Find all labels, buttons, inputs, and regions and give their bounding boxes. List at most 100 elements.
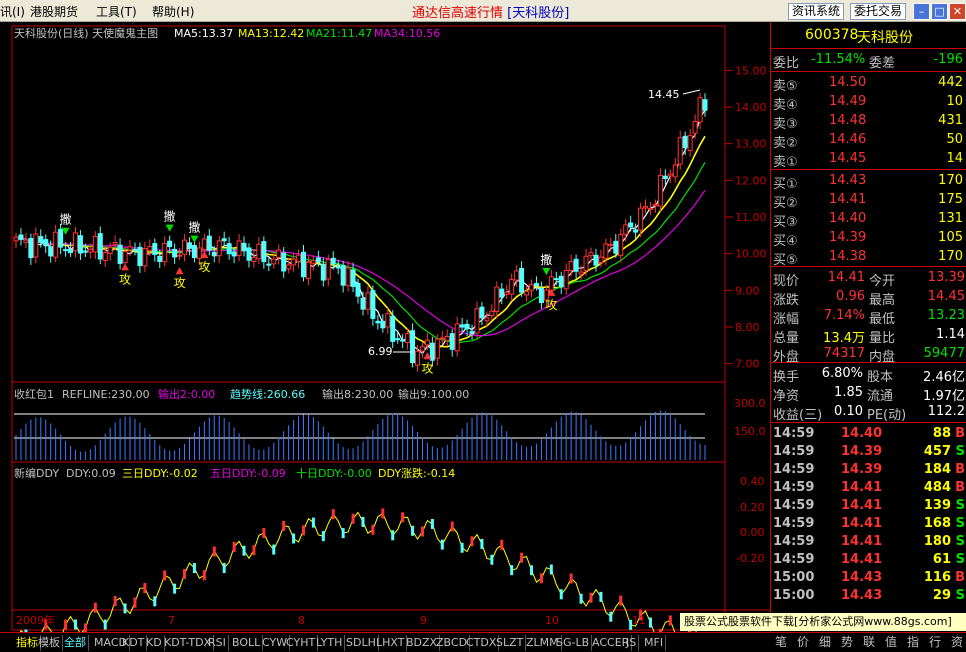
panel-tab[interactable]: 指 bbox=[902, 635, 924, 651]
ddy-bar bbox=[93, 602, 97, 613]
indicator-tab[interactable]: 模板 bbox=[36, 635, 63, 651]
ma5-label: MA5:13.37 bbox=[174, 27, 233, 40]
panel-tab[interactable]: 细 bbox=[814, 635, 836, 651]
candle-body bbox=[662, 175, 668, 180]
candle-body bbox=[28, 237, 34, 259]
ddy-bar bbox=[212, 546, 216, 557]
indicator-tab[interactable]: BOLL bbox=[230, 635, 264, 651]
minimize-icon[interactable]: – bbox=[913, 3, 930, 20]
panel-tab[interactable]: 行 bbox=[924, 635, 946, 651]
candle-body bbox=[330, 257, 336, 265]
ddy-bar bbox=[252, 545, 256, 556]
panel-tab[interactable]: 笔 bbox=[770, 635, 792, 651]
indicator-tab[interactable]: MFI bbox=[642, 635, 667, 651]
candle-body bbox=[216, 240, 222, 257]
bid-row: 买⑤ 14.38 170 bbox=[771, 248, 966, 268]
menu-item-news[interactable]: 讯(I) bbox=[0, 3, 25, 20]
tick-price: 14.41 bbox=[841, 480, 883, 495]
indicator-tab[interactable]: LHXT bbox=[374, 635, 408, 651]
candle-body bbox=[479, 306, 485, 319]
stock-code: 600378 bbox=[805, 27, 859, 43]
tick-price: 14.39 bbox=[841, 462, 883, 477]
candle-body bbox=[454, 323, 460, 352]
tick-direction: S bbox=[955, 552, 965, 567]
panel-tab[interactable]: 资 bbox=[946, 635, 966, 651]
info-system-button[interactable]: 资讯系统 bbox=[788, 3, 845, 20]
signals: 撒攻撒攻撒攻攻撒攻 bbox=[60, 209, 558, 376]
fin-value-2: 1.97亿 bbox=[923, 389, 965, 404]
indicator-tab[interactable]: 全部 bbox=[62, 635, 89, 651]
candle-body bbox=[43, 239, 49, 247]
fin-value: 0.10 bbox=[834, 404, 863, 419]
candle-body bbox=[281, 252, 287, 272]
stat-value-2: 13.23 bbox=[927, 308, 965, 323]
ind1-tick-300: 300.0 bbox=[734, 397, 766, 410]
bid-row: 买① 14.43 170 bbox=[771, 172, 966, 192]
candle-body bbox=[196, 247, 202, 259]
menu-item-tools[interactable]: 工具(T) bbox=[96, 3, 137, 20]
ddy-bar bbox=[450, 521, 454, 532]
tick-row: 14:59 14.41 180 S bbox=[771, 533, 966, 551]
tick-direction: S bbox=[955, 444, 965, 459]
candle-body bbox=[548, 276, 554, 292]
xaxis-8: 8 bbox=[298, 614, 305, 627]
close-icon[interactable]: ✕ bbox=[949, 3, 966, 20]
candle-body bbox=[633, 229, 639, 233]
indicator-tab[interactable]: SG-LB bbox=[554, 635, 593, 651]
ddy-bar bbox=[153, 596, 157, 607]
high-note: 14.45 bbox=[648, 88, 680, 101]
ddy-bar bbox=[242, 545, 246, 556]
candle-body bbox=[186, 242, 192, 249]
indicator-tab[interactable]: RSI bbox=[206, 635, 229, 651]
trade-button[interactable]: 委托交易 bbox=[850, 3, 907, 20]
candle-body bbox=[87, 249, 93, 253]
tick-row: 14:59 14.39 184 B bbox=[771, 461, 966, 479]
ind2-tick-040: 0.40 bbox=[740, 475, 765, 488]
ask-price: 14.48 bbox=[829, 113, 867, 128]
ad-banner[interactable]: 股票公式股票软件下载[分析家公式网www.88gs.com] bbox=[680, 613, 966, 631]
ask-volume: 431 bbox=[938, 113, 963, 128]
ma13-label: MA13:12.42 bbox=[238, 27, 304, 40]
candle-body bbox=[167, 240, 173, 248]
candle-body bbox=[97, 233, 103, 260]
ddy-bar bbox=[480, 538, 484, 549]
menu-item-hk-futures[interactable]: 港股期货 bbox=[30, 3, 78, 20]
stat-label-2: 最高 bbox=[869, 293, 896, 308]
buy-signal-label: 攻 bbox=[119, 272, 131, 286]
bid-label: 买② bbox=[773, 196, 798, 211]
ddy-bar bbox=[391, 530, 395, 541]
candle-body bbox=[608, 243, 614, 246]
tick-volume: 180 bbox=[923, 534, 951, 549]
tick-price: 14.41 bbox=[841, 534, 883, 549]
ddy-bar bbox=[163, 570, 167, 581]
chart-area[interactable]: 15.00 14.00 13.00 12.00 11.00 10.00 9.00 8.00 7.… bbox=[0, 22, 770, 652]
candle-body bbox=[286, 264, 292, 270]
panel-tab[interactable]: 势 bbox=[836, 635, 858, 651]
candle-body bbox=[177, 254, 183, 257]
candle-body bbox=[147, 246, 153, 252]
panel-tab[interactable]: 价 bbox=[792, 635, 814, 651]
stat-value: 74317 bbox=[823, 346, 865, 361]
chart-svg[interactable]: 15.00 14.00 13.00 12.00 11.00 10.00 9.00 8.00 7.… bbox=[0, 22, 770, 652]
weicha-value: -196 bbox=[933, 52, 963, 67]
tick-volume: 484 bbox=[923, 480, 951, 495]
ddy-bar bbox=[222, 563, 226, 574]
candle-body bbox=[405, 333, 411, 343]
ddy-bar bbox=[173, 583, 177, 594]
candle-body bbox=[395, 338, 401, 341]
menu-item-help[interactable]: 帮助(H) bbox=[152, 3, 194, 20]
candle-body bbox=[474, 308, 480, 334]
panel-tab[interactable]: 值 bbox=[880, 635, 902, 651]
indicator-tab[interactable]: JS bbox=[624, 635, 640, 651]
indicator-tab[interactable]: SLZT bbox=[494, 635, 527, 651]
stat-label-2: 今开 bbox=[869, 274, 896, 289]
panel-tab[interactable]: 联 bbox=[858, 635, 880, 651]
indicator-tab[interactable]: LYTH bbox=[314, 635, 346, 651]
maximize-icon[interactable]: □ bbox=[931, 3, 948, 20]
candle-body bbox=[598, 256, 604, 263]
ddy-line bbox=[15, 511, 706, 652]
stat-label: 现价 bbox=[773, 274, 800, 289]
tick-price: 14.41 bbox=[841, 552, 883, 567]
candle-body bbox=[593, 254, 599, 266]
tick-price: 14.41 bbox=[841, 516, 883, 531]
